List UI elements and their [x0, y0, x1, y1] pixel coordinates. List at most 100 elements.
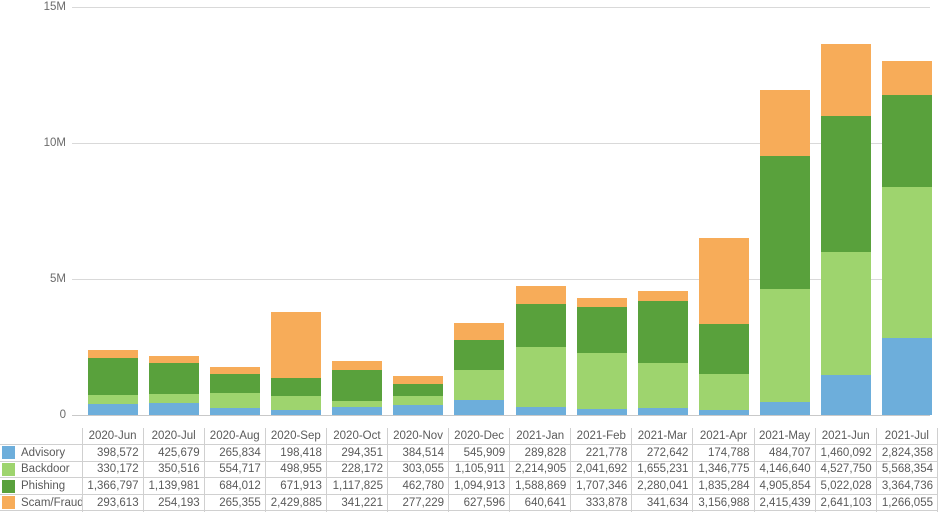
bar-column-2020-Sep[interactable] [265, 0, 326, 428]
bar-column-2020-Jun[interactable] [82, 0, 143, 428]
table-cell: 2,415,439 [753, 493, 816, 512]
bar-column-2021-Mar[interactable] [632, 0, 693, 428]
bar-segment-backdoor[interactable] [821, 252, 872, 376]
bar-segment-phishing[interactable] [821, 115, 872, 253]
table-cell: 671,913 [264, 477, 327, 495]
bar-segment-phishing[interactable] [270, 377, 321, 397]
table-cell: 1,105,911 [448, 460, 511, 479]
table-cell: 1,707,346 [570, 477, 633, 495]
bar-segment-advisory[interactable] [637, 407, 688, 415]
table-column-header-2020-Jun: 2020-Jun [81, 428, 144, 446]
table-cell: 425,679 [142, 444, 205, 462]
bar-segment-advisory[interactable] [454, 400, 505, 415]
bar-segment-backdoor[interactable] [698, 373, 749, 411]
bar-segment-advisory[interactable] [515, 407, 566, 415]
bar-segment-advisory[interactable] [821, 375, 872, 415]
bar-segment-backdoor[interactable] [87, 395, 138, 405]
bar-segment-backdoor[interactable] [148, 393, 199, 404]
bar-segment-backdoor[interactable] [270, 396, 321, 410]
table-cell: 684,012 [203, 477, 266, 495]
bar-segment-advisory[interactable] [882, 338, 933, 415]
y-axis-tick-0: 0 [59, 409, 66, 421]
bar-segment-advisory[interactable] [698, 410, 749, 415]
chart-plot-area: 0 5M 10M 15M [0, 0, 938, 428]
bar-column-2020-Aug[interactable] [204, 0, 265, 428]
table-cell: 174,788 [692, 444, 755, 462]
bar-segment-scam-fraud[interactable] [698, 237, 749, 324]
y-axis-tick-10M: 10M [43, 137, 66, 149]
bar-column-2020-Nov[interactable] [388, 0, 449, 428]
table-cell: 627,596 [448, 493, 511, 512]
table-corner-cell [0, 428, 82, 446]
bar-segment-advisory[interactable] [148, 403, 199, 415]
table-column-header-2020-Dec: 2020-Dec [448, 428, 511, 446]
legend-swatch-icon [2, 462, 15, 476]
bar-segment-scam-fraud[interactable] [270, 311, 321, 378]
table-cell: 330,172 [81, 460, 144, 479]
bar-column-2020-Jul[interactable] [143, 0, 204, 428]
bar-column-2020-Oct[interactable] [327, 0, 388, 428]
bar-column-2021-Jul[interactable] [877, 0, 938, 428]
bar-segment-scam-fraud[interactable] [637, 291, 688, 301]
table-cell: 265,834 [203, 444, 266, 462]
table-cell: 1,588,869 [509, 477, 572, 495]
bar-segment-scam-fraud[interactable] [454, 323, 505, 341]
bar-segment-phishing[interactable] [882, 95, 933, 187]
bar-segment-scam-fraud[interactable] [821, 43, 872, 116]
bar-segment-advisory[interactable] [209, 407, 260, 415]
table-cell: 5,022,028 [814, 477, 877, 495]
bar-segment-advisory[interactable] [576, 408, 627, 415]
bar-segment-advisory[interactable] [270, 409, 321, 415]
legend-label: Phishing [21, 480, 66, 493]
table-column-header-2021-Jun: 2021-Jun [814, 428, 877, 446]
bar-column-2021-Feb[interactable] [571, 0, 632, 428]
bar-segment-backdoor[interactable] [760, 289, 811, 402]
bar-segment-phishing[interactable] [698, 323, 749, 374]
bar-column-2020-Dec[interactable] [449, 0, 510, 428]
bar-segment-phishing[interactable] [87, 358, 138, 396]
table-column-header-2020-Nov: 2020-Nov [386, 428, 450, 446]
table-column-header-2020-Aug: 2020-Aug [203, 428, 266, 446]
bar-segment-phishing[interactable] [576, 307, 627, 354]
bar-segment-backdoor[interactable] [882, 186, 933, 339]
bar-segment-backdoor[interactable] [209, 392, 260, 408]
bar-segment-scam-fraud[interactable] [87, 350, 138, 359]
bar-column-2021-Apr[interactable] [693, 0, 754, 428]
bar-segment-scam-fraud[interactable] [882, 60, 933, 96]
bar-segment-backdoor[interactable] [393, 396, 444, 405]
bar-column-2021-Jan[interactable] [510, 0, 571, 428]
bar-segment-backdoor[interactable] [576, 353, 627, 409]
table-cell: 640,641 [509, 493, 572, 512]
bar-segment-scam-fraud[interactable] [760, 89, 811, 156]
bar-segment-phishing[interactable] [515, 303, 566, 347]
bar-segment-phishing[interactable] [332, 370, 383, 401]
bar-column-2021-Jun[interactable] [816, 0, 877, 428]
bar-segment-phishing[interactable] [760, 155, 811, 290]
bar-segment-advisory[interactable] [393, 404, 444, 415]
bar-segment-advisory[interactable] [332, 407, 383, 415]
table-cell: 198,418 [264, 444, 327, 462]
bar-segment-scam-fraud[interactable] [576, 297, 627, 307]
legend-swatch-icon [2, 446, 15, 460]
table-cell: 2,214,905 [509, 460, 572, 479]
bar-segment-scam-fraud[interactable] [393, 376, 444, 384]
bar-segment-phishing[interactable] [209, 374, 260, 393]
bar-segment-phishing[interactable] [637, 300, 688, 363]
bar-segment-scam-fraud[interactable] [209, 366, 260, 375]
bar-segment-backdoor[interactable] [454, 370, 505, 401]
bar-segment-scam-fraud[interactable] [148, 355, 199, 363]
bar-segment-backdoor[interactable] [637, 362, 688, 408]
bar-segment-phishing[interactable] [454, 340, 505, 371]
bar-segment-advisory[interactable] [87, 404, 138, 415]
legend-swatch-icon [2, 496, 15, 510]
bar-segment-advisory[interactable] [760, 401, 811, 415]
table-body: Advisory 398,572 425,679 265,834 198,418 294,… [0, 444, 938, 512]
bar-segment-backdoor[interactable] [515, 346, 566, 408]
table-cell: 1,346,775 [692, 460, 755, 479]
bar-segment-phishing[interactable] [393, 383, 444, 397]
bar-column-2021-May[interactable] [755, 0, 816, 428]
bar-segment-scam-fraud[interactable] [332, 361, 383, 371]
bar-segment-phishing[interactable] [148, 362, 199, 394]
bar-segment-scam-fraud[interactable] [515, 286, 566, 304]
bar-stack [821, 43, 872, 415]
